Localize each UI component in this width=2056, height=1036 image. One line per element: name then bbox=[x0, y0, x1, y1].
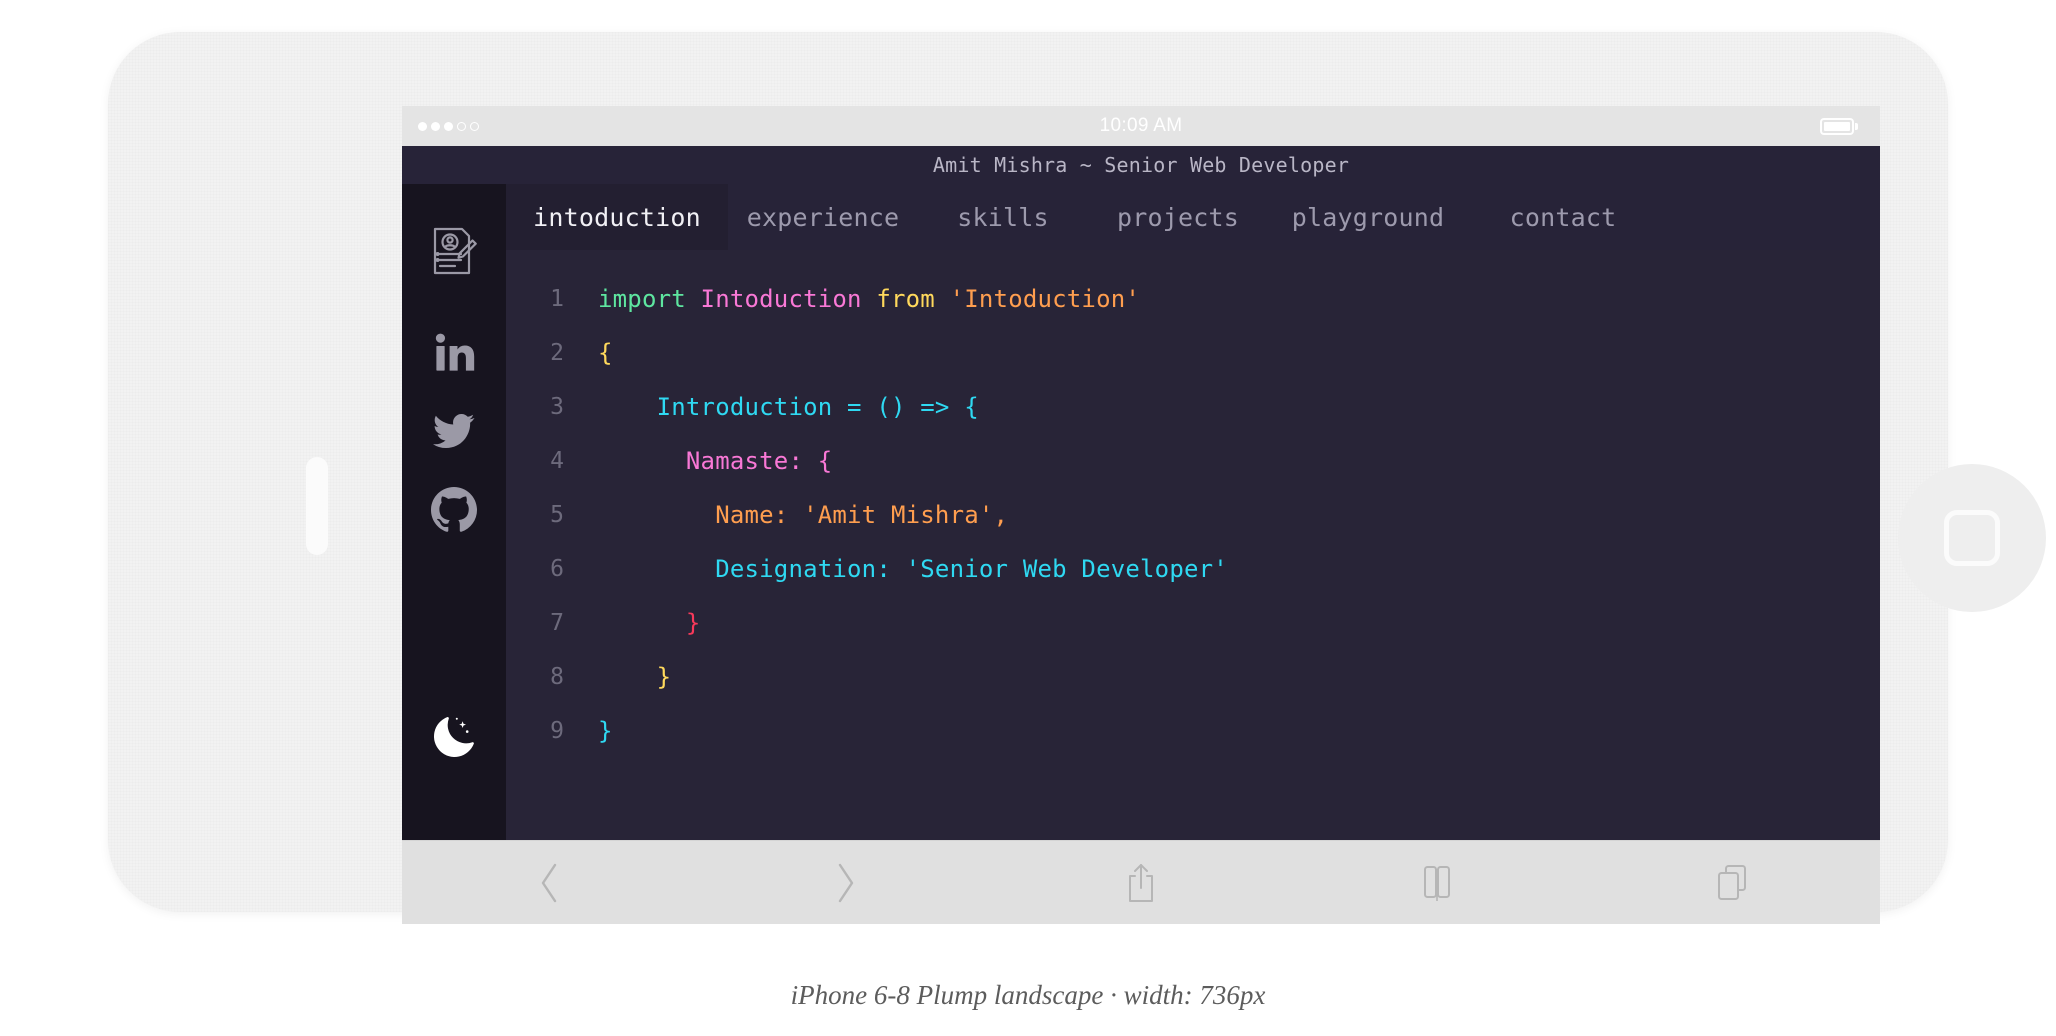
line-number: 7 bbox=[550, 610, 564, 636]
code-text: Name: 'Amit Mishra', bbox=[598, 488, 1008, 542]
code-line: 1 import Intoduction from 'Intoduction' bbox=[506, 272, 1880, 326]
tab-contact[interactable]: contact bbox=[1468, 184, 1658, 250]
code-token: Designation: 'Senior Web Developer' bbox=[598, 555, 1228, 583]
tab-playground[interactable]: playground bbox=[1268, 184, 1468, 250]
code-text: } bbox=[598, 704, 613, 758]
code-token: from bbox=[876, 285, 950, 313]
code-line: 9} bbox=[506, 704, 1880, 758]
home-button[interactable] bbox=[1898, 464, 2046, 612]
sidebar bbox=[402, 184, 506, 840]
forward-button[interactable] bbox=[813, 855, 877, 911]
power-button[interactable] bbox=[306, 457, 328, 555]
line-number: 8 bbox=[550, 664, 564, 690]
code-line: 8 } bbox=[506, 650, 1880, 704]
code-text: import Intoduction from 'Intoduction' bbox=[598, 272, 1140, 326]
share-button[interactable] bbox=[1109, 855, 1173, 911]
browser-toolbar bbox=[402, 840, 1880, 924]
code-line: 6 Designation: 'Senior Web Developer' bbox=[506, 542, 1880, 596]
linkedin-icon bbox=[432, 331, 476, 375]
code-text: { bbox=[598, 326, 613, 380]
status-bar-time: 10:09 AM bbox=[1099, 115, 1183, 136]
sidebar-item-dark-mode-toggle[interactable] bbox=[402, 698, 506, 776]
line-number: 5 bbox=[550, 502, 564, 528]
resume-icon bbox=[431, 226, 477, 276]
tab-bar: intoduction experience skills projects p… bbox=[506, 184, 1880, 250]
code-token: { bbox=[598, 339, 613, 367]
site-body: intoduction experience skills projects p… bbox=[402, 184, 1880, 840]
code-token: } bbox=[598, 663, 672, 691]
signal-strength-icon bbox=[418, 121, 479, 131]
code-line: 7 } bbox=[506, 596, 1880, 650]
tab-experience[interactable]: experience bbox=[728, 184, 918, 250]
code-token: import bbox=[598, 285, 701, 313]
sidebar-item-linkedin[interactable] bbox=[402, 314, 506, 392]
bookmarks-button[interactable] bbox=[1405, 855, 1469, 911]
twitter-icon bbox=[431, 410, 477, 452]
code-token: } bbox=[598, 609, 701, 637]
web-page: Amit Mishra ~ Senior Web Developer intod… bbox=[402, 146, 1880, 840]
code-text: } bbox=[598, 596, 701, 650]
tab-intoduction[interactable]: intoduction bbox=[506, 184, 728, 250]
code-token: Name: 'Amit Mishra', bbox=[598, 501, 1009, 529]
back-chevron-icon bbox=[537, 861, 563, 905]
device-screen: 10:09 AM Amit Mishra ~ Senior Web Develo… bbox=[402, 106, 1880, 924]
code-line: 3 Introduction = () => { bbox=[506, 380, 1880, 434]
tab-skills[interactable]: skills bbox=[918, 184, 1088, 250]
tab-projects[interactable]: projects bbox=[1088, 184, 1268, 250]
battery-icon bbox=[1819, 117, 1858, 135]
share-icon bbox=[1124, 861, 1158, 905]
sidebar-item-twitter[interactable] bbox=[402, 392, 506, 470]
sidebar-item-resume[interactable] bbox=[402, 212, 506, 290]
line-number: 3 bbox=[550, 394, 564, 420]
line-number: 2 bbox=[550, 340, 564, 366]
line-number: 9 bbox=[550, 718, 564, 744]
back-button[interactable] bbox=[518, 855, 582, 911]
github-icon bbox=[431, 486, 477, 532]
site-title: Amit Mishra ~ Senior Web Developer bbox=[402, 146, 1880, 184]
code-text: Introduction = () => { bbox=[598, 380, 979, 434]
code-text: Designation: 'Senior Web Developer' bbox=[598, 542, 1228, 596]
code-text: Namaste: { bbox=[598, 434, 832, 488]
caption: iPhone 6-8 Plump landscape · width: 736p… bbox=[790, 980, 1266, 1010]
sidebar-item-github[interactable] bbox=[402, 470, 506, 548]
content-column: intoduction experience skills projects p… bbox=[506, 184, 1880, 840]
line-number: 1 bbox=[550, 286, 564, 312]
forward-chevron-icon bbox=[832, 861, 858, 905]
line-number: 6 bbox=[550, 556, 564, 582]
device-frame: 10:09 AM Amit Mishra ~ Senior Web Develo… bbox=[108, 32, 2046, 924]
code-token: } bbox=[598, 717, 613, 745]
tabs-button[interactable] bbox=[1700, 855, 1764, 911]
status-bar: 10:09 AM bbox=[402, 106, 1880, 146]
code-editor[interactable]: 1 import Intoduction from 'Intoduction' 2{… bbox=[506, 250, 1880, 840]
code-line: 2{ bbox=[506, 326, 1880, 380]
code-token: Introduction = () => { bbox=[598, 393, 979, 421]
home-button-square-icon bbox=[1944, 510, 2000, 566]
code-text: } bbox=[598, 650, 671, 704]
line-number: 4 bbox=[550, 448, 564, 474]
code-token: 'Intoduction' bbox=[949, 285, 1141, 313]
code-token: Intoduction bbox=[700, 285, 877, 313]
code-line: 4 Namaste: { bbox=[506, 434, 1880, 488]
bookmarks-icon bbox=[1421, 863, 1453, 903]
code-token: Namaste: { bbox=[598, 447, 833, 475]
tabs-icon bbox=[1715, 863, 1749, 903]
moon-icon bbox=[430, 713, 478, 761]
code-line: 5 Name: 'Amit Mishra', bbox=[506, 488, 1880, 542]
